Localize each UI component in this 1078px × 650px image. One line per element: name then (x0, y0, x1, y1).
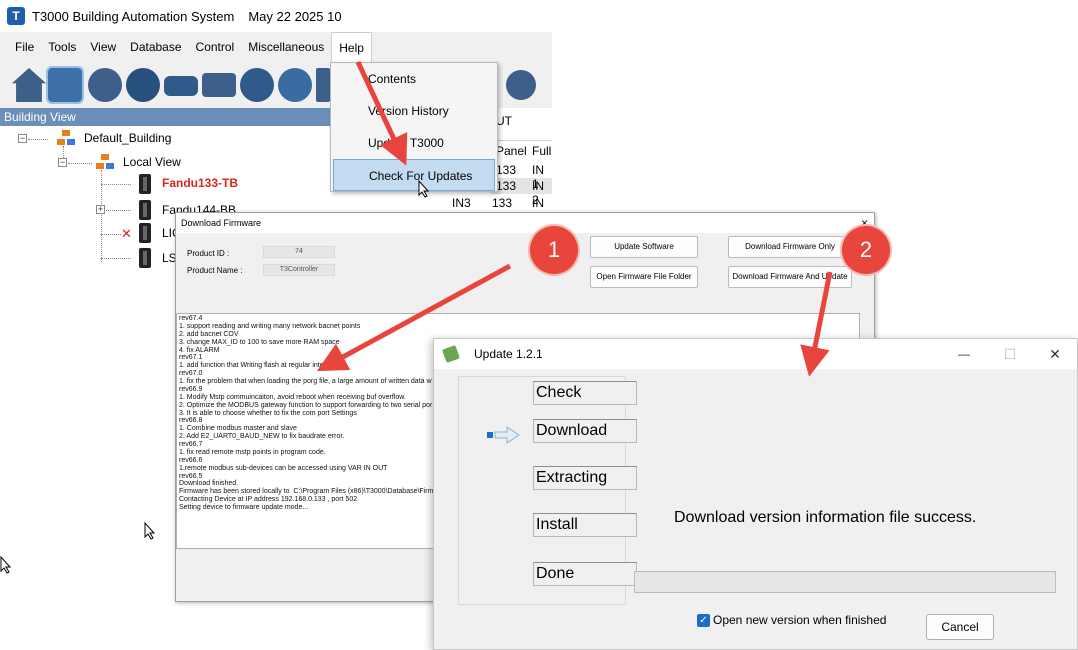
mouse-cursor-icon (0, 556, 12, 574)
table-header-partial: UT (496, 114, 512, 128)
firmware-title-bar: Download Firmware (176, 213, 874, 233)
step-install: Install (533, 513, 637, 537)
building-icon (96, 154, 114, 170)
update-status-message: Download version information file succes… (674, 509, 977, 526)
product-id-label: Product ID : (187, 249, 230, 258)
home-icon[interactable] (12, 68, 46, 102)
gear-icon[interactable] (88, 68, 122, 102)
monitor-icon[interactable] (202, 73, 236, 97)
mouse-cursor-icon (418, 180, 430, 198)
building-view-header: Building View (0, 108, 330, 126)
open-new-version-checkbox[interactable]: ✓ (697, 614, 710, 627)
cancel-button[interactable]: Cancel (926, 614, 994, 640)
open-firmware-folder-button[interactable]: Open Firmware File Folder (590, 266, 698, 288)
menu-control[interactable]: Control (189, 32, 242, 62)
step-check: Check (533, 381, 637, 405)
step-extracting: Extracting (533, 466, 637, 490)
refresh-icon[interactable] (46, 66, 84, 104)
app-logo-icon: T (7, 7, 25, 25)
controller-device-icon (139, 223, 151, 243)
open-new-version-label: Open new version when finished (713, 613, 887, 627)
settings-gear-icon[interactable] (506, 70, 536, 100)
menu-miscellaneous[interactable]: Miscellaneous (241, 32, 331, 62)
menu-help[interactable]: Help (331, 32, 372, 62)
close-icon[interactable]: ✕ (1032, 339, 1078, 369)
firmware-title: Download Firmware (181, 218, 262, 228)
updater-app-icon (442, 345, 460, 363)
menu-database[interactable]: Database (123, 32, 188, 62)
help-dropdown-menu: Contents Version History Update T3000 Ch… (330, 62, 498, 192)
menu-tools[interactable]: Tools (41, 32, 83, 62)
menu-item-check-for-updates[interactable]: Check For Updates (333, 159, 495, 191)
product-id-field: 74 (263, 246, 335, 258)
mouse-cursor-icon (144, 522, 156, 540)
tree-connector (101, 184, 131, 185)
table-cell-panel: 133 (492, 196, 513, 210)
chevron-icon[interactable] (278, 68, 312, 102)
tree-connector (106, 210, 131, 211)
minimize-icon[interactable]: — (941, 339, 987, 369)
maximize-icon: ☐ (1003, 346, 1017, 362)
download-firmware-only-button[interactable]: Download Firmware Only (728, 236, 852, 258)
tree-connector (68, 163, 92, 164)
dial-icon[interactable] (126, 68, 160, 102)
update-progress-bar (634, 571, 1056, 593)
column-header-panel: Panel (496, 144, 527, 158)
table-cell-panel: 133 (496, 163, 517, 177)
menu-item-version-history[interactable]: Version History (331, 95, 497, 127)
list-icon[interactable] (316, 68, 330, 102)
update-dialog: Update 1.2.1 — ☐ ✕ Check Download Extrac… (433, 338, 1078, 650)
column-header-full: Full (532, 144, 552, 158)
controller-device-icon (139, 200, 151, 220)
offline-x-icon: ✕ (121, 226, 132, 241)
menu-item-update-t3000[interactable]: Update T3000 (331, 127, 497, 159)
menu-item-contents[interactable]: Contents (331, 63, 497, 95)
step-download: Download (533, 419, 637, 443)
update-software-button[interactable]: Update Software (590, 236, 698, 258)
download-firmware-and-update-button[interactable]: Download Firmware And Update (728, 266, 852, 288)
tree-collapse-icon[interactable]: − (58, 158, 67, 167)
step-1-badge: 1 (530, 226, 578, 274)
app-title: T3000 Building Automation System (32, 8, 235, 24)
tree-connector (101, 234, 121, 235)
tree-expand-icon[interactable]: + (96, 205, 105, 214)
update-steps-panel: Check Download Extracting Install Done (458, 376, 637, 605)
building-icon (57, 130, 75, 146)
table-cell-panel: 133 (496, 179, 517, 193)
fan-icon[interactable] (240, 68, 274, 102)
product-name-label: Product Name : (187, 266, 243, 275)
update-title: Update 1.2.1 (474, 347, 543, 361)
plug-icon[interactable] (164, 76, 198, 96)
app-date: May 22 2025 10 (248, 8, 342, 24)
step-2-badge: 2 (842, 226, 890, 274)
product-name-field: T3Controller (263, 264, 335, 276)
tree-collapse-icon[interactable]: − (18, 134, 27, 143)
menu-bar: File Tools View Database Control Miscell… (0, 32, 552, 62)
app-title-bar: T T3000 Building Automation System May 2… (0, 0, 552, 32)
menu-view[interactable]: View (83, 32, 123, 62)
step-done: Done (533, 562, 637, 586)
tree-connector (28, 139, 48, 140)
tree-local-view[interactable]: Local View (123, 155, 181, 169)
tree-connector (101, 258, 131, 259)
tree-device-fandu133[interactable]: Fandu133-TB (162, 176, 238, 190)
menu-file[interactable]: File (8, 32, 41, 62)
controller-device-icon (139, 174, 151, 194)
table-cell-label: IN3 (452, 196, 471, 210)
tree-root-building[interactable]: Default_Building (84, 131, 171, 145)
current-step-arrow-icon (487, 426, 520, 444)
controller-device-icon (139, 248, 151, 268)
firmware-log-text: rev67.4 1. support reading and writing m… (179, 315, 434, 511)
